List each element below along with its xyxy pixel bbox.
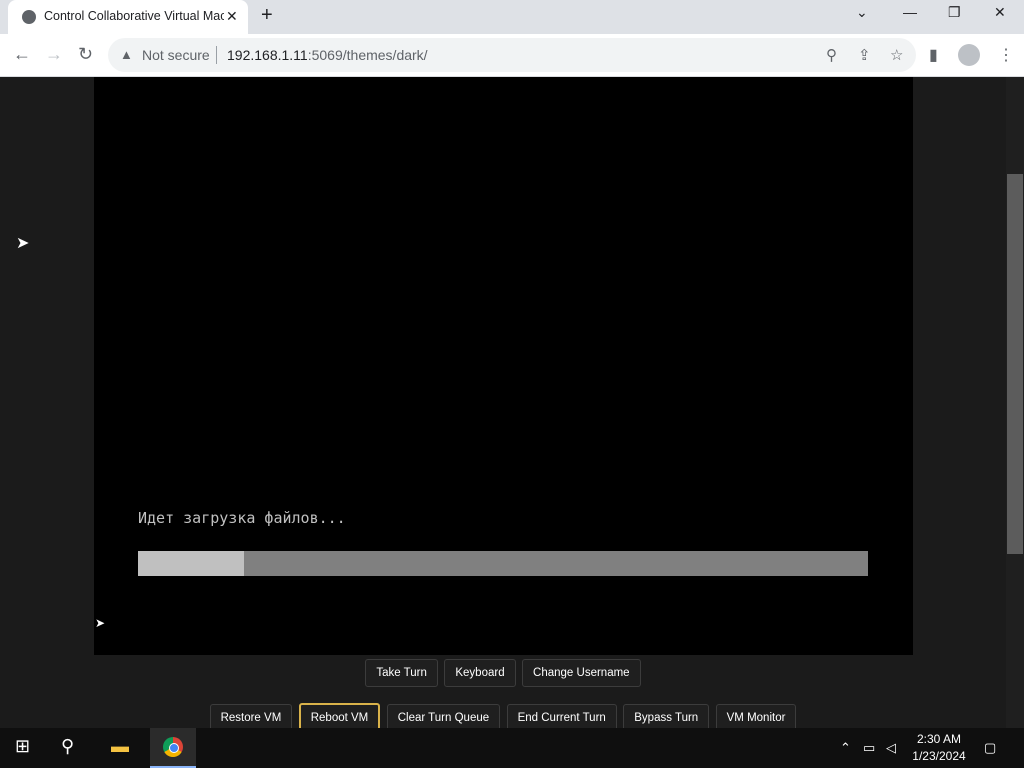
browser-tab-strip: Control Collaborative Virtual Mac ✕ + ⌄ … [0,0,1024,34]
scrollbar-thumb[interactable] [1007,174,1023,554]
zoom-icon[interactable]: ⚲ [826,46,837,64]
notifications-icon[interactable]: ▢ [984,740,996,756]
volume-muted-icon[interactable]: ◁ [886,740,896,756]
windows-taskbar: ⊞ ⚲ ▬ ⌃ ▭ ◁ 2:30 AM 1/23/2024 ▢ [0,728,1024,768]
search-icon[interactable]: ⚲ [61,736,74,757]
url-path: :5069/themes/dark/ [307,47,428,63]
chrome-taskbar-item[interactable] [150,728,196,768]
taskbar-clock[interactable]: 2:30 AM 1/23/2024 [908,731,970,765]
tab-search-icon[interactable]: ⌄ [856,4,868,21]
mouse-cursor-icon: ➤ [16,235,30,252]
file-explorer-icon[interactable]: ▬ [111,736,129,757]
clock-date: 1/23/2024 [912,749,966,763]
side-panel-icon[interactable]: ▮ [929,45,938,65]
profile-avatar-icon[interactable] [958,44,980,66]
vm-cursor-icon: ➤ [95,616,106,630]
back-arrow-icon[interactable]: ← [13,44,31,65]
bookmark-star-icon[interactable]: ☆ [890,46,903,64]
menu-kebab-icon[interactable]: ⋮ [998,45,1014,65]
vm-progress-fill [138,551,244,576]
url-text[interactable]: 192.168.1.11:5069/themes/dark/ [227,47,428,63]
change-username-button[interactable]: Change Username [522,659,641,687]
warning-icon[interactable]: ▲ [120,47,133,62]
globe-icon [22,10,36,24]
reload-icon[interactable]: ↻ [78,44,93,65]
network-icon[interactable]: ▭ [863,740,875,756]
page-scrollbar[interactable] [1006,77,1024,728]
address-separator [216,46,217,64]
address-bar[interactable]: ▲ Not secure 192.168.1.11:5069/themes/da… [108,38,916,72]
clock-time: 2:30 AM [916,732,962,746]
share-icon[interactable]: ⇪ [858,46,871,64]
control-row-1: Take Turn Keyboard Change Username [0,659,1006,687]
windows-start-icon[interactable]: ⊞ [15,736,30,757]
close-window-button[interactable]: ✕ [994,4,1006,21]
maximize-button[interactable]: ❐ [948,4,961,21]
tab-title: Control Collaborative Virtual Mac [44,9,224,23]
vm-screen[interactable]: Идет загрузка файлов... [94,77,913,655]
new-tab-button[interactable]: + [261,4,273,27]
vm-loading-text: Идет загрузка файлов... [138,509,346,527]
browser-tab[interactable]: Control Collaborative Virtual Mac ✕ [8,0,248,34]
chrome-icon [163,737,183,757]
page-content: ➤ Идет загрузка файлов... ➤ Take Turn Ke… [0,77,1006,733]
browser-toolbar: ← → ↻ ▲ Not secure 192.168.1.11:5069/the… [0,34,1024,77]
vm-progress-bar [138,551,868,576]
keyboard-button[interactable]: Keyboard [444,659,516,687]
forward-arrow-icon[interactable]: → [45,44,63,65]
security-label[interactable]: Not secure [142,47,210,63]
tray-chevron-icon[interactable]: ⌃ [840,740,851,756]
tab-close-icon[interactable]: ✕ [226,8,238,25]
take-turn-button[interactable]: Take Turn [365,659,438,687]
url-host: 192.168.1.11 [227,47,308,63]
minimize-button[interactable]: — [903,4,917,20]
